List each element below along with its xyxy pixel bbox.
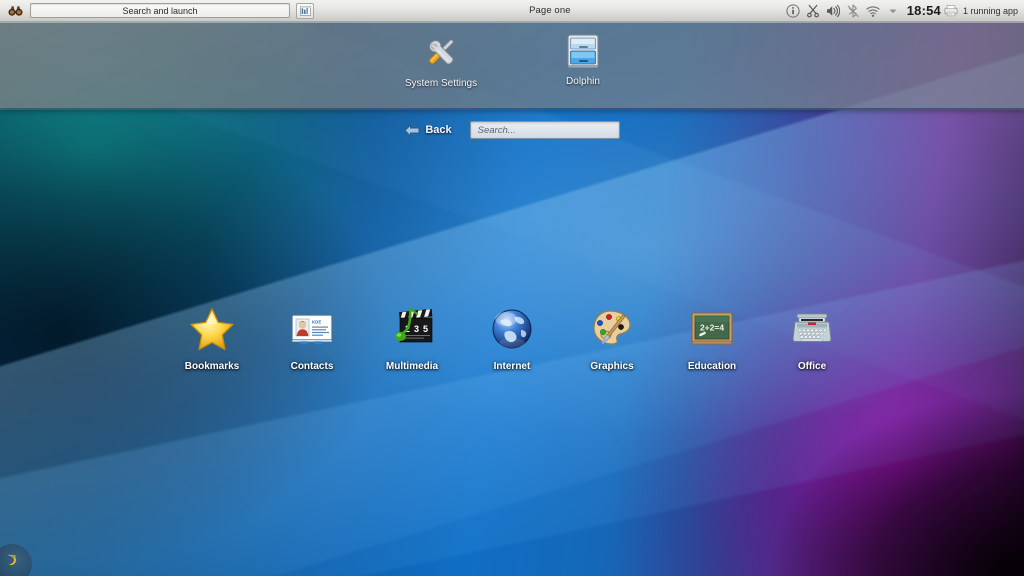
- window-list-icon[interactable]: [296, 3, 314, 19]
- category-graphics[interactable]: Graphics: [562, 305, 662, 372]
- digital-clock[interactable]: 18:54: [904, 3, 944, 18]
- chevron-down-icon[interactable]: [886, 4, 900, 18]
- info-icon[interactable]: [786, 4, 800, 18]
- top-panel: Search and launch Page one: [0, 0, 1024, 22]
- desktop-toolbox-cashew-icon: [4, 553, 18, 567]
- system-settings-icon: [419, 30, 463, 74]
- category-label: Education: [688, 361, 736, 372]
- category-label: Multimedia: [386, 361, 438, 372]
- favorite-system-settings[interactable]: System Settings: [381, 28, 501, 89]
- category-label: Office: [798, 361, 826, 372]
- search-placeholder: Search...: [478, 125, 516, 136]
- blackboard-icon: 2+2=4: [688, 305, 736, 353]
- category-office[interactable]: Office: [762, 305, 862, 372]
- favorites-row: System Settings: [0, 22, 1024, 110]
- typewriter-icon: [788, 305, 836, 353]
- category-internet[interactable]: Internet: [462, 305, 562, 372]
- krunner-searchbar-widget: Search and launch: [0, 2, 314, 20]
- binoculars-icon[interactable]: [2, 2, 28, 20]
- favorite-dolphin[interactable]: Dolphin: [523, 28, 643, 87]
- category-multimedia[interactable]: 2 3 5 Multimedia: [362, 305, 462, 372]
- favorite-label: System Settings: [405, 78, 477, 89]
- clipboard-scissors-icon[interactable]: [806, 4, 820, 18]
- arrow-left-icon: [404, 124, 420, 137]
- printer-window-icon[interactable]: [944, 4, 958, 18]
- bluetooth-icon[interactable]: [846, 4, 860, 18]
- blackboard-equation: 2+2=4: [700, 323, 724, 333]
- search-and-launch-overlay: System Settings: [0, 22, 1024, 110]
- category-education[interactable]: 2+2=4 Education: [662, 305, 762, 372]
- category-label: Bookmarks: [185, 361, 239, 372]
- svg-text:5: 5: [423, 324, 428, 334]
- volume-icon[interactable]: [826, 4, 840, 18]
- contact-card-icon: KDE: [288, 305, 336, 353]
- task-manager: 1 running app: [944, 4, 1024, 18]
- category-contacts[interactable]: KDE Contacts: [262, 305, 362, 372]
- category-bookmarks[interactable]: Bookmarks: [162, 305, 262, 372]
- category-label: Contacts: [291, 361, 334, 372]
- svg-text:3: 3: [414, 324, 419, 334]
- wifi-icon[interactable]: [866, 4, 880, 18]
- panel-search-input[interactable]: Search and launch: [30, 3, 290, 18]
- panel-search-value: Search and launch: [122, 6, 197, 16]
- dolphin-file-manager-icon: [562, 30, 604, 72]
- globe-icon: [488, 305, 536, 353]
- navigation-row: Back Search...: [0, 118, 1024, 142]
- category-label: Internet: [494, 361, 531, 372]
- back-button[interactable]: Back: [404, 124, 451, 137]
- category-label: Graphics: [590, 361, 633, 372]
- clapperboard-icon: 2 3 5: [388, 305, 436, 353]
- contact-card-title: KDE: [312, 320, 321, 325]
- palette-icon: [588, 305, 636, 353]
- page-title: Page one: [314, 5, 786, 16]
- star-icon: [188, 305, 236, 353]
- search-input[interactable]: Search...: [470, 121, 620, 139]
- system-tray: [786, 4, 904, 18]
- favorite-label: Dolphin: [566, 76, 600, 87]
- category-grid: Bookmarks KDE: [0, 305, 1024, 400]
- running-apps-label: 1 running app: [963, 6, 1018, 16]
- back-button-label: Back: [425, 124, 451, 136]
